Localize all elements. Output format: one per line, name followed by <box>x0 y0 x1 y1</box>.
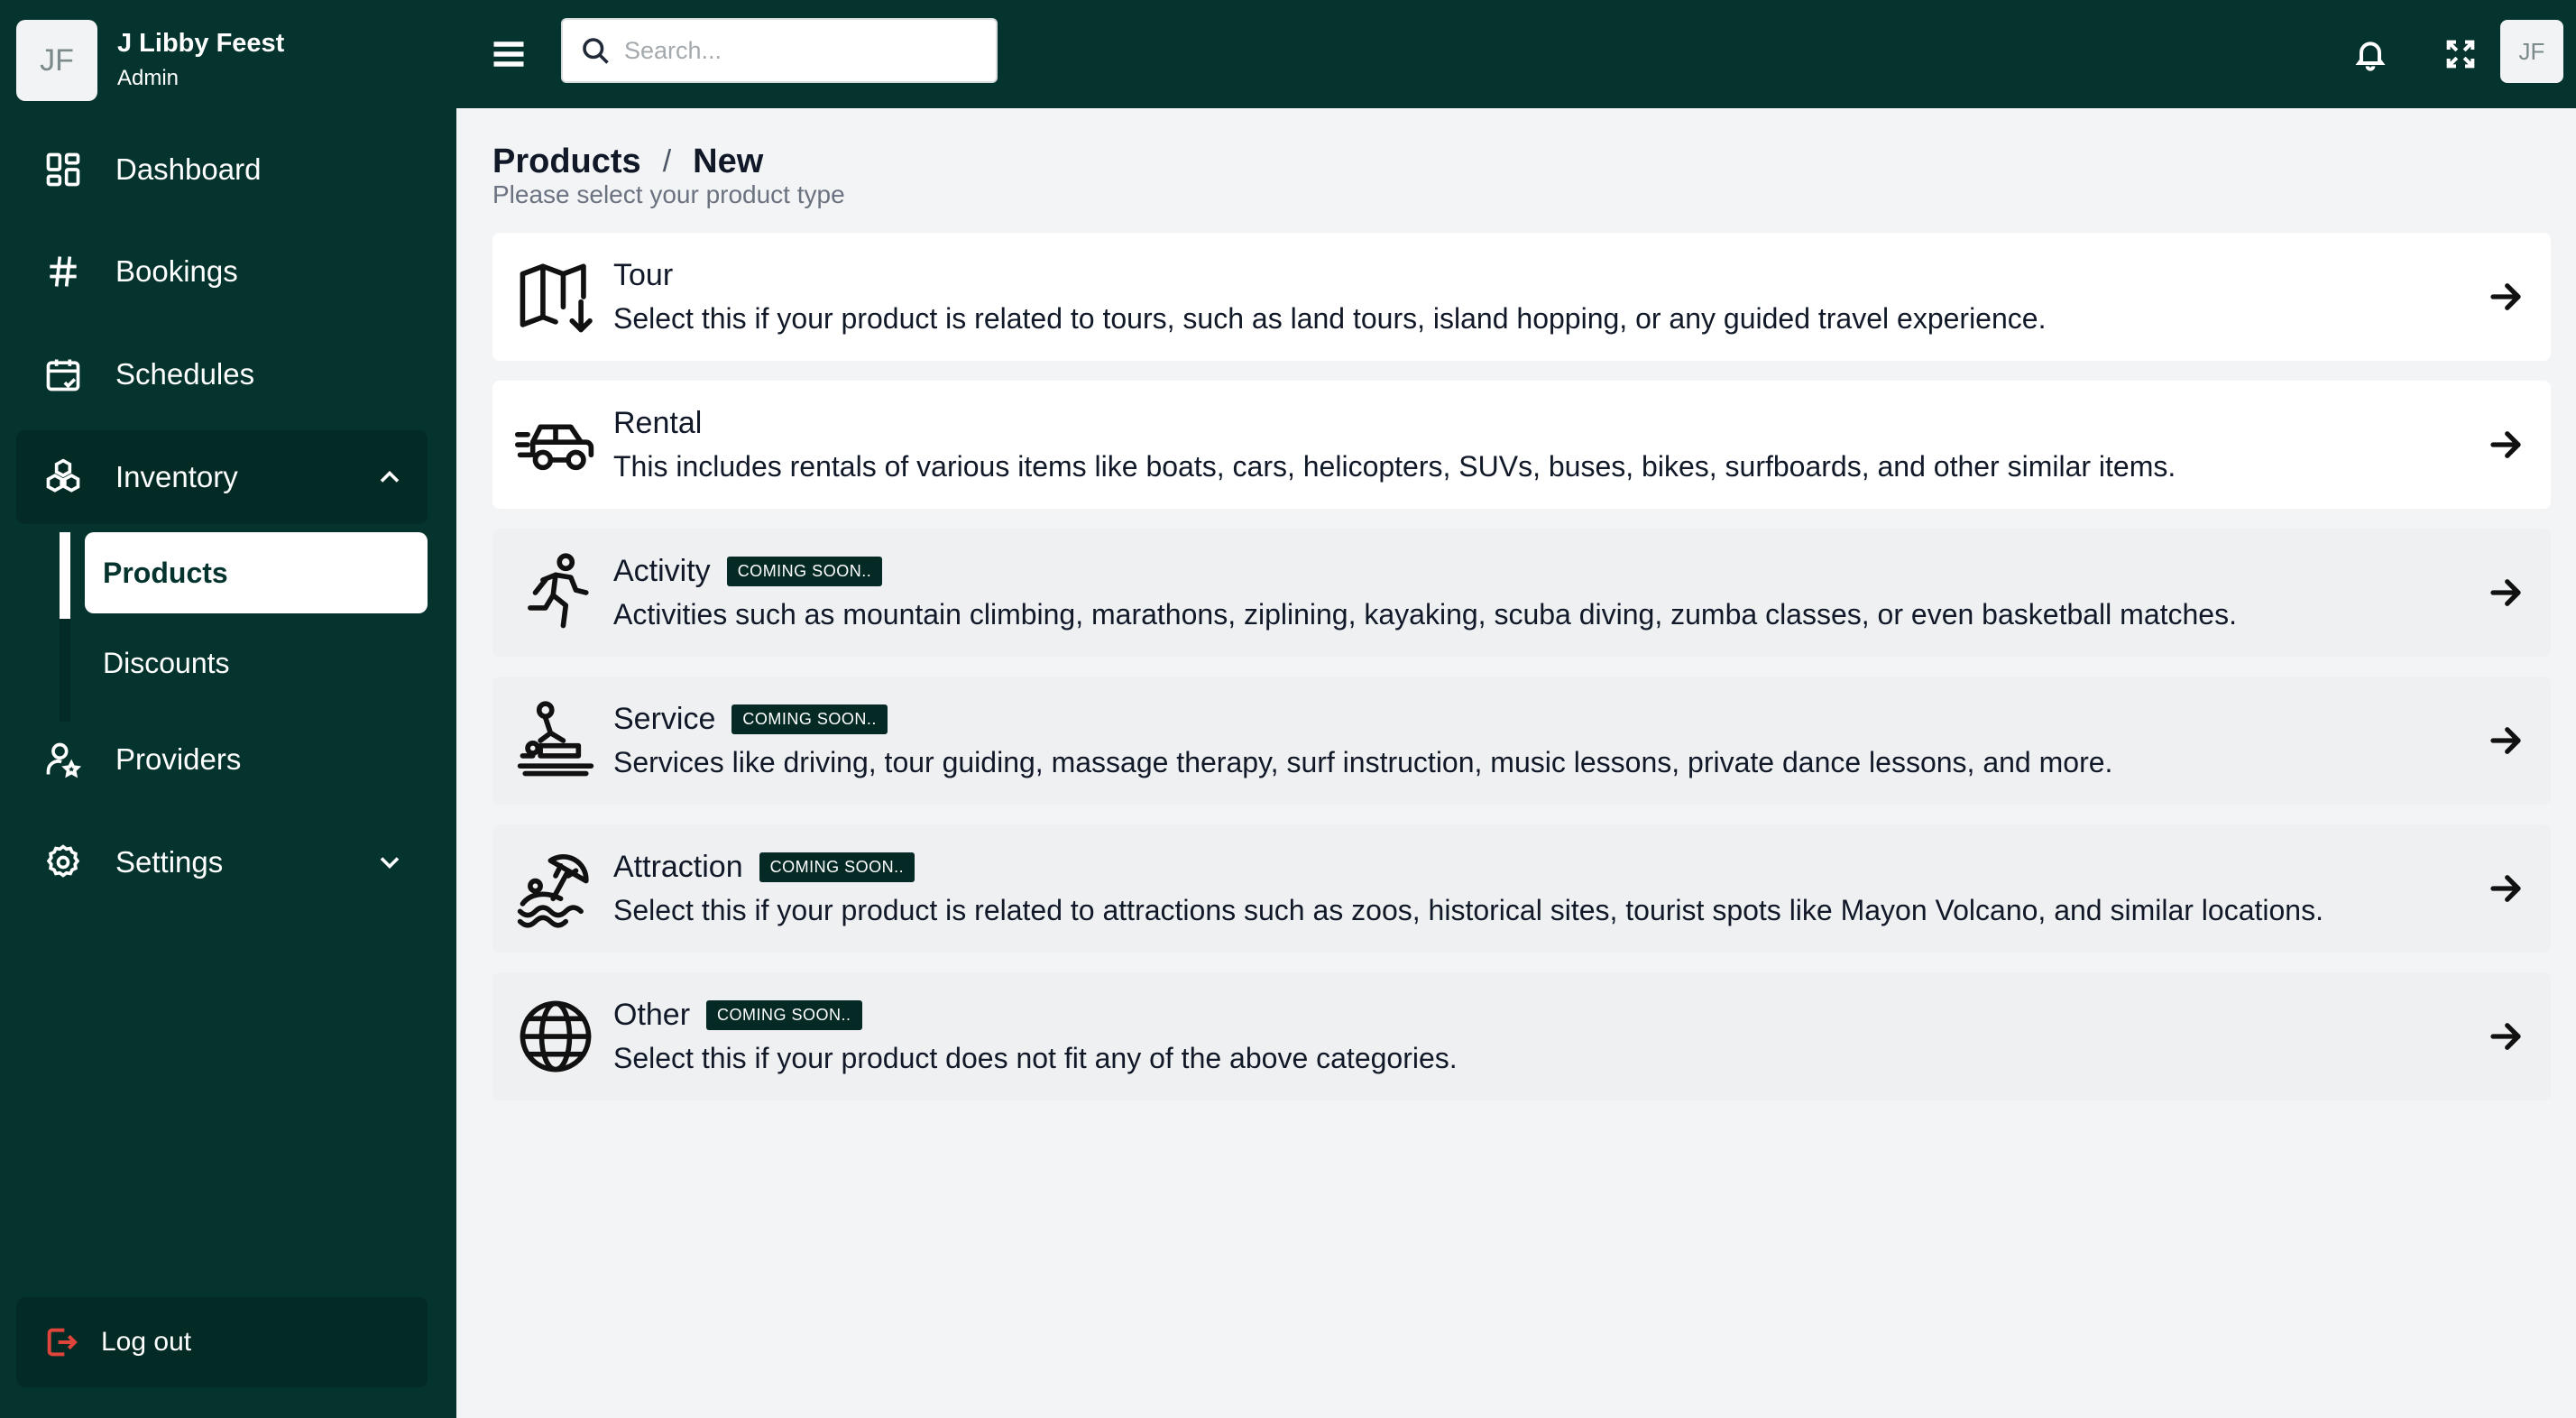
product-type-card-tour[interactable]: Tour Select this if your product is rela… <box>492 233 2551 361</box>
card-description: Select this if your product is related t… <box>613 302 2047 335</box>
arrow-right-icon <box>2461 1017 2551 1055</box>
sidebar-subitem-discounts[interactable]: Discounts <box>85 622 428 704</box>
sidebar-item-label: Settings <box>115 845 224 879</box>
search-input[interactable] <box>624 36 967 65</box>
logout-label: Log out <box>101 1327 192 1357</box>
arrow-right-icon <box>2461 426 2551 464</box>
sidebar-item-providers[interactable]: Providers <box>16 713 428 806</box>
coming-soon-badge: COMING SOON.. <box>706 1000 862 1030</box>
logout-button[interactable]: Log out <box>16 1297 428 1387</box>
product-type-card-attraction[interactable]: Attraction COMING SOON.. Select this if … <box>492 824 2551 953</box>
sidebar-item-label: Providers <box>115 742 242 776</box>
card-description: Activities such as mountain climbing, ma… <box>613 598 2237 631</box>
menu-toggle-icon[interactable] <box>489 34 529 74</box>
gear-icon <box>16 843 110 882</box>
arrow-right-icon <box>2461 574 2551 612</box>
breadcrumb-products[interactable]: Products <box>492 143 641 181</box>
chevron-up-icon <box>373 461 406 493</box>
coming-soon-badge: COMING SOON.. <box>759 852 915 882</box>
breadcrumb-separator: / <box>662 144 672 179</box>
car-icon <box>492 404 619 485</box>
sidebar: JF J Libby Feest Admin Dashboard Booking… <box>0 0 456 1418</box>
submenu-active-indicator <box>60 532 70 619</box>
card-title: Other <box>613 998 691 1032</box>
user-star-icon <box>16 740 110 779</box>
sidebar-item-label: Dashboard <box>115 152 262 186</box>
sidebar-item-label: Inventory <box>115 460 238 493</box>
sidebar-item-dashboard[interactable]: Dashboard <box>16 123 428 216</box>
chevron-down-icon <box>373 846 406 879</box>
avatar[interactable]: JF <box>2500 20 2563 83</box>
card-description: Services like driving, tour guiding, mas… <box>613 746 2113 778</box>
product-type-card-rental[interactable]: Rental This includes rentals of various … <box>492 381 2551 509</box>
breadcrumb: Products / New <box>492 143 763 181</box>
bell-icon[interactable] <box>2349 32 2392 76</box>
logout-icon <box>16 1324 106 1360</box>
search-icon <box>583 38 609 64</box>
grid-icon <box>16 150 110 189</box>
arrow-right-icon <box>2461 870 2551 907</box>
card-description: This includes rentals of various items l… <box>613 450 2176 483</box>
card-title: Service <box>613 702 716 736</box>
main-content: Products / New Please select your produc… <box>456 108 2576 1418</box>
massage-icon <box>492 700 619 781</box>
card-description: Select this if your product is related t… <box>613 894 2323 926</box>
user-name: J Libby Feest <box>117 29 285 58</box>
avatar: JF <box>16 20 97 101</box>
arrow-right-icon <box>2461 278 2551 316</box>
topbar: JF <box>456 0 2576 108</box>
product-type-card-activity[interactable]: Activity COMING SOON.. Activities such a… <box>492 529 2551 657</box>
breadcrumb-new: New <box>693 143 764 180</box>
sidebar-item-settings[interactable]: Settings <box>16 815 428 909</box>
sidebar-item-label: Bookings <box>115 254 238 288</box>
product-type-card-other[interactable]: Other COMING SOON.. Select this if your … <box>492 972 2551 1100</box>
globe-icon <box>492 996 619 1077</box>
coming-soon-badge: COMING SOON.. <box>726 557 883 586</box>
search-box <box>561 18 998 83</box>
page-subtitle: Please select your product type <box>492 180 845 208</box>
card-title: Attraction <box>613 850 743 884</box>
card-title: Rental <box>613 406 703 440</box>
arrow-right-icon <box>2461 722 2551 760</box>
user-role: Admin <box>117 66 179 90</box>
beach-icon <box>492 848 619 929</box>
card-title: Activity <box>613 554 711 588</box>
sidebar-subitem-products[interactable]: Products <box>85 532 428 613</box>
calendar-check-icon <box>16 354 110 394</box>
boxes-icon <box>16 457 110 497</box>
hash-icon <box>16 252 110 291</box>
coming-soon-badge: COMING SOON.. <box>731 704 888 734</box>
card-description: Select this if your product does not fit… <box>613 1042 1458 1074</box>
product-type-card-service[interactable]: Service COMING SOON.. Services like driv… <box>492 677 2551 805</box>
sidebar-item-inventory[interactable]: Inventory <box>16 430 428 524</box>
map-icon <box>492 256 619 337</box>
sidebar-item-bookings[interactable]: Bookings <box>16 225 428 318</box>
running-icon <box>492 552 619 633</box>
fullscreen-icon[interactable] <box>2439 32 2482 76</box>
user-profile[interactable]: JF J Libby Feest Admin <box>16 20 284 101</box>
card-title: Tour <box>613 258 674 292</box>
sidebar-item-label: Schedules <box>115 357 255 391</box>
sidebar-item-schedules[interactable]: Schedules <box>16 327 428 421</box>
